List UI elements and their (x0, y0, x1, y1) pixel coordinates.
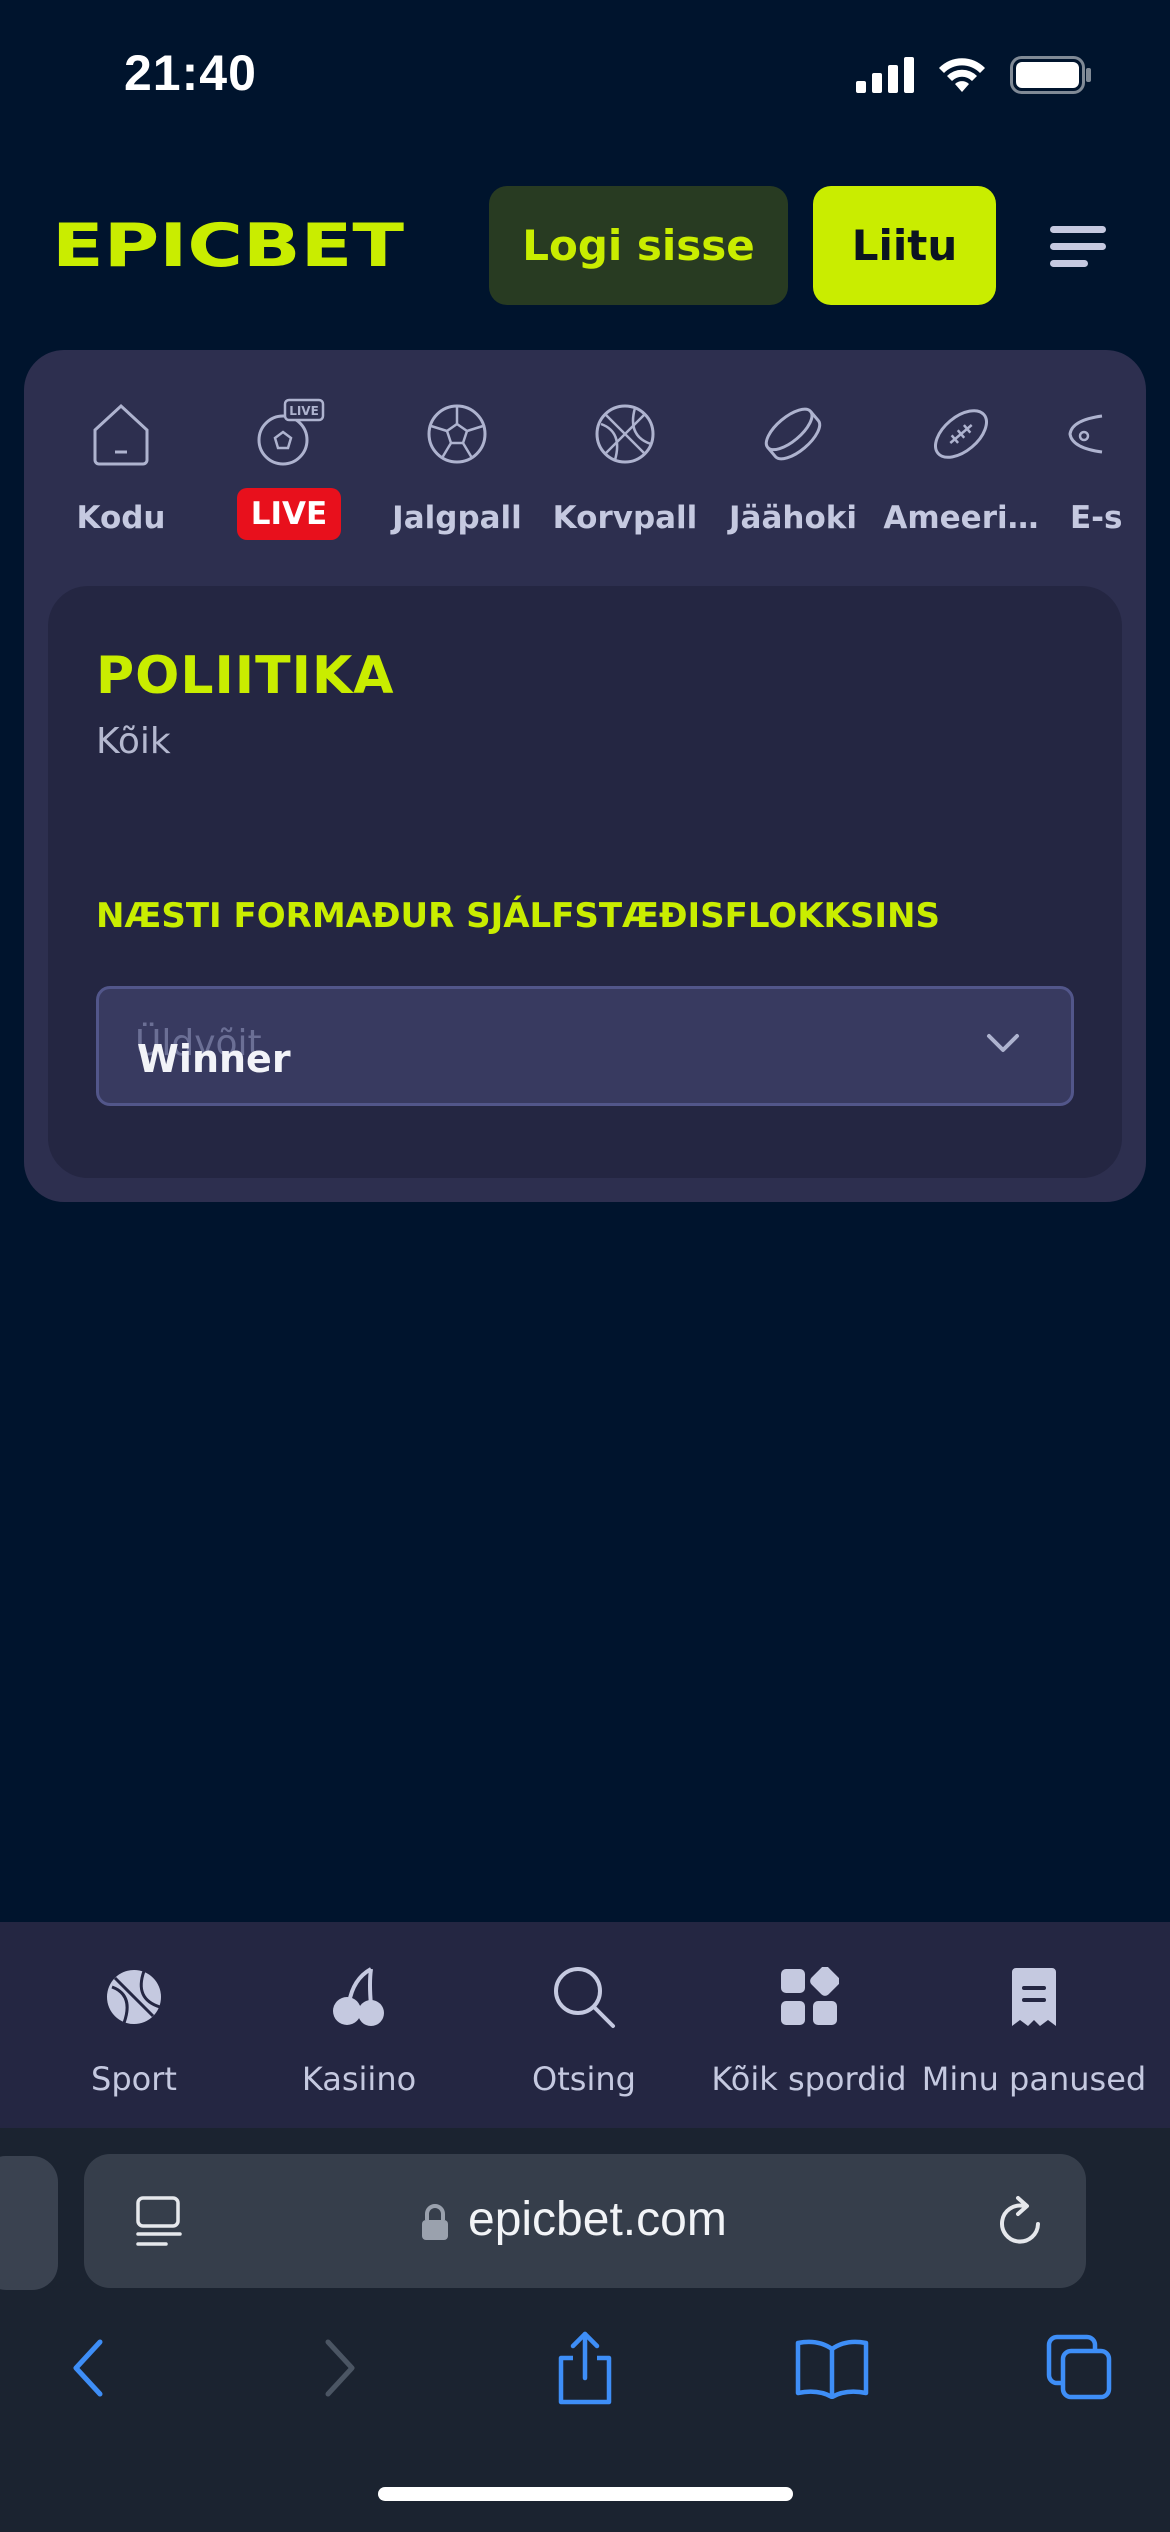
sports-nav-label: Jäähoki (729, 500, 857, 536)
esports-icon (1068, 414, 1103, 454)
american-football-icon (934, 409, 988, 459)
browser-bookmarks-button[interactable] (792, 2328, 872, 2408)
signal-icon (856, 57, 914, 93)
reload-icon[interactable] (996, 2194, 1046, 2250)
book-icon (795, 2339, 869, 2399)
url-text: epicbet.com (468, 2193, 727, 2246)
share-icon (558, 2331, 612, 2405)
basketball-icon (107, 1970, 161, 2024)
login-button[interactable]: Logi sisse (489, 186, 788, 305)
reader-mode-icon[interactable] (134, 2194, 184, 2250)
live-badge: LIVE (236, 488, 342, 540)
chevron-left-icon (73, 2339, 103, 2397)
category-subtitle[interactable]: Kõik (96, 721, 171, 762)
tab-sport[interactable]: Sport (17, 1962, 251, 2098)
sports-nav-label: E-s (1070, 500, 1123, 536)
browser-back-button[interactable] (48, 2328, 128, 2408)
browser-tabs-button[interactable] (1040, 2328, 1120, 2408)
battery-icon (1010, 56, 1091, 94)
bottom-tab-bar: Sport Kasiino Otsing Kõik spordid Minu p… (0, 1922, 1170, 2128)
sports-nav-item-esports[interactable]: E-s (1044, 398, 1146, 568)
category-title: POLIITIKA (96, 646, 395, 706)
sports-nav-label: Jalgpall (392, 500, 522, 536)
search-icon (554, 1967, 615, 2028)
tab-my-bets[interactable]: Minu panused (917, 1962, 1151, 2098)
hamburger-menu-icon (1050, 226, 1106, 267)
status-bar: 21:40 (0, 0, 1170, 150)
market-title: NÆSTI FORMAÐUR SJÁLFSTÆÐISFLOKKSINS (96, 896, 940, 936)
menu-button[interactable] (1050, 222, 1106, 272)
sports-nav-item-american-football[interactable]: Ameeri… (876, 398, 1046, 568)
home-indicator[interactable] (378, 2487, 793, 2501)
soccer-ball-icon (427, 404, 487, 464)
market-select-value: Winner (137, 1037, 291, 1081)
tab-all-sports[interactable]: Kõik spordid (692, 1962, 926, 2098)
sports-nav-item-football[interactable]: Jalgpall (372, 398, 542, 568)
tabs-icon (1046, 2334, 1112, 2400)
sports-nav-item-basketball[interactable]: Korvpall (540, 398, 710, 568)
tab-casino[interactable]: Kasiino (242, 1962, 476, 2098)
browser-chrome: epicbet.com (0, 2128, 1170, 2532)
svg-text:EPICBET: EPICBET (52, 216, 404, 272)
address-bar[interactable]: epicbet.com (84, 2154, 1086, 2288)
tab-label: Minu panused (921, 2060, 1147, 2098)
tab-label: Sport (91, 2060, 177, 2098)
chevron-right-icon (325, 2339, 355, 2397)
sports-nav-item-live[interactable]: LIVE LIVE (204, 398, 374, 568)
receipt-icon (1012, 1968, 1056, 2026)
join-button[interactable]: Liitu (813, 186, 996, 305)
basketball-icon (595, 404, 655, 464)
tab-search[interactable]: Otsing (467, 1962, 701, 2098)
live-soccer-icon: LIVE (257, 398, 325, 466)
hockey-puck-icon (764, 407, 822, 461)
market-select[interactable]: Üldvõit Winner (96, 986, 1074, 1106)
tab-label: Kõik spordid (711, 2060, 907, 2098)
site-header: EPICBET Logi sisse Liitu (0, 180, 1170, 310)
epicbet-logo[interactable]: EPICBET (52, 211, 404, 281)
sports-nav: Kodu LIVE LIVE Jalgpall Korvpall Jäähoki… (24, 350, 1146, 580)
grid-icon (781, 1967, 839, 2025)
cherries-icon (333, 1967, 384, 2026)
main-panel: Kodu LIVE LIVE Jalgpall Korvpall Jäähoki… (24, 350, 1146, 1202)
category-card: POLIITIKA Kõik NÆSTI FORMAÐUR SJÁLFSTÆÐI… (48, 586, 1122, 1178)
previous-tab-preview[interactable] (0, 2156, 58, 2290)
epicbet-logo-mark: EPICBET (52, 211, 404, 281)
sports-nav-label: Kodu (76, 500, 166, 536)
lock-icon (422, 2204, 448, 2240)
sports-nav-item-home[interactable]: Kodu (36, 398, 206, 568)
status-time: 21:40 (124, 45, 257, 101)
tab-label: Kasiino (301, 2060, 417, 2098)
sports-nav-label: Korvpall (552, 500, 698, 536)
sports-nav-label: Ameeri… (883, 500, 1039, 536)
home-icon (93, 403, 149, 466)
svg-text:LIVE: LIVE (289, 404, 319, 418)
tab-label: Otsing (532, 2060, 636, 2098)
browser-share-button[interactable] (545, 2328, 625, 2408)
wifi-icon (939, 58, 985, 92)
status-icons (856, 56, 1092, 94)
chevron-down-icon (987, 1034, 1019, 1052)
sports-nav-item-hockey[interactable]: Jäähoki (708, 398, 878, 568)
browser-forward-button[interactable] (300, 2328, 380, 2408)
